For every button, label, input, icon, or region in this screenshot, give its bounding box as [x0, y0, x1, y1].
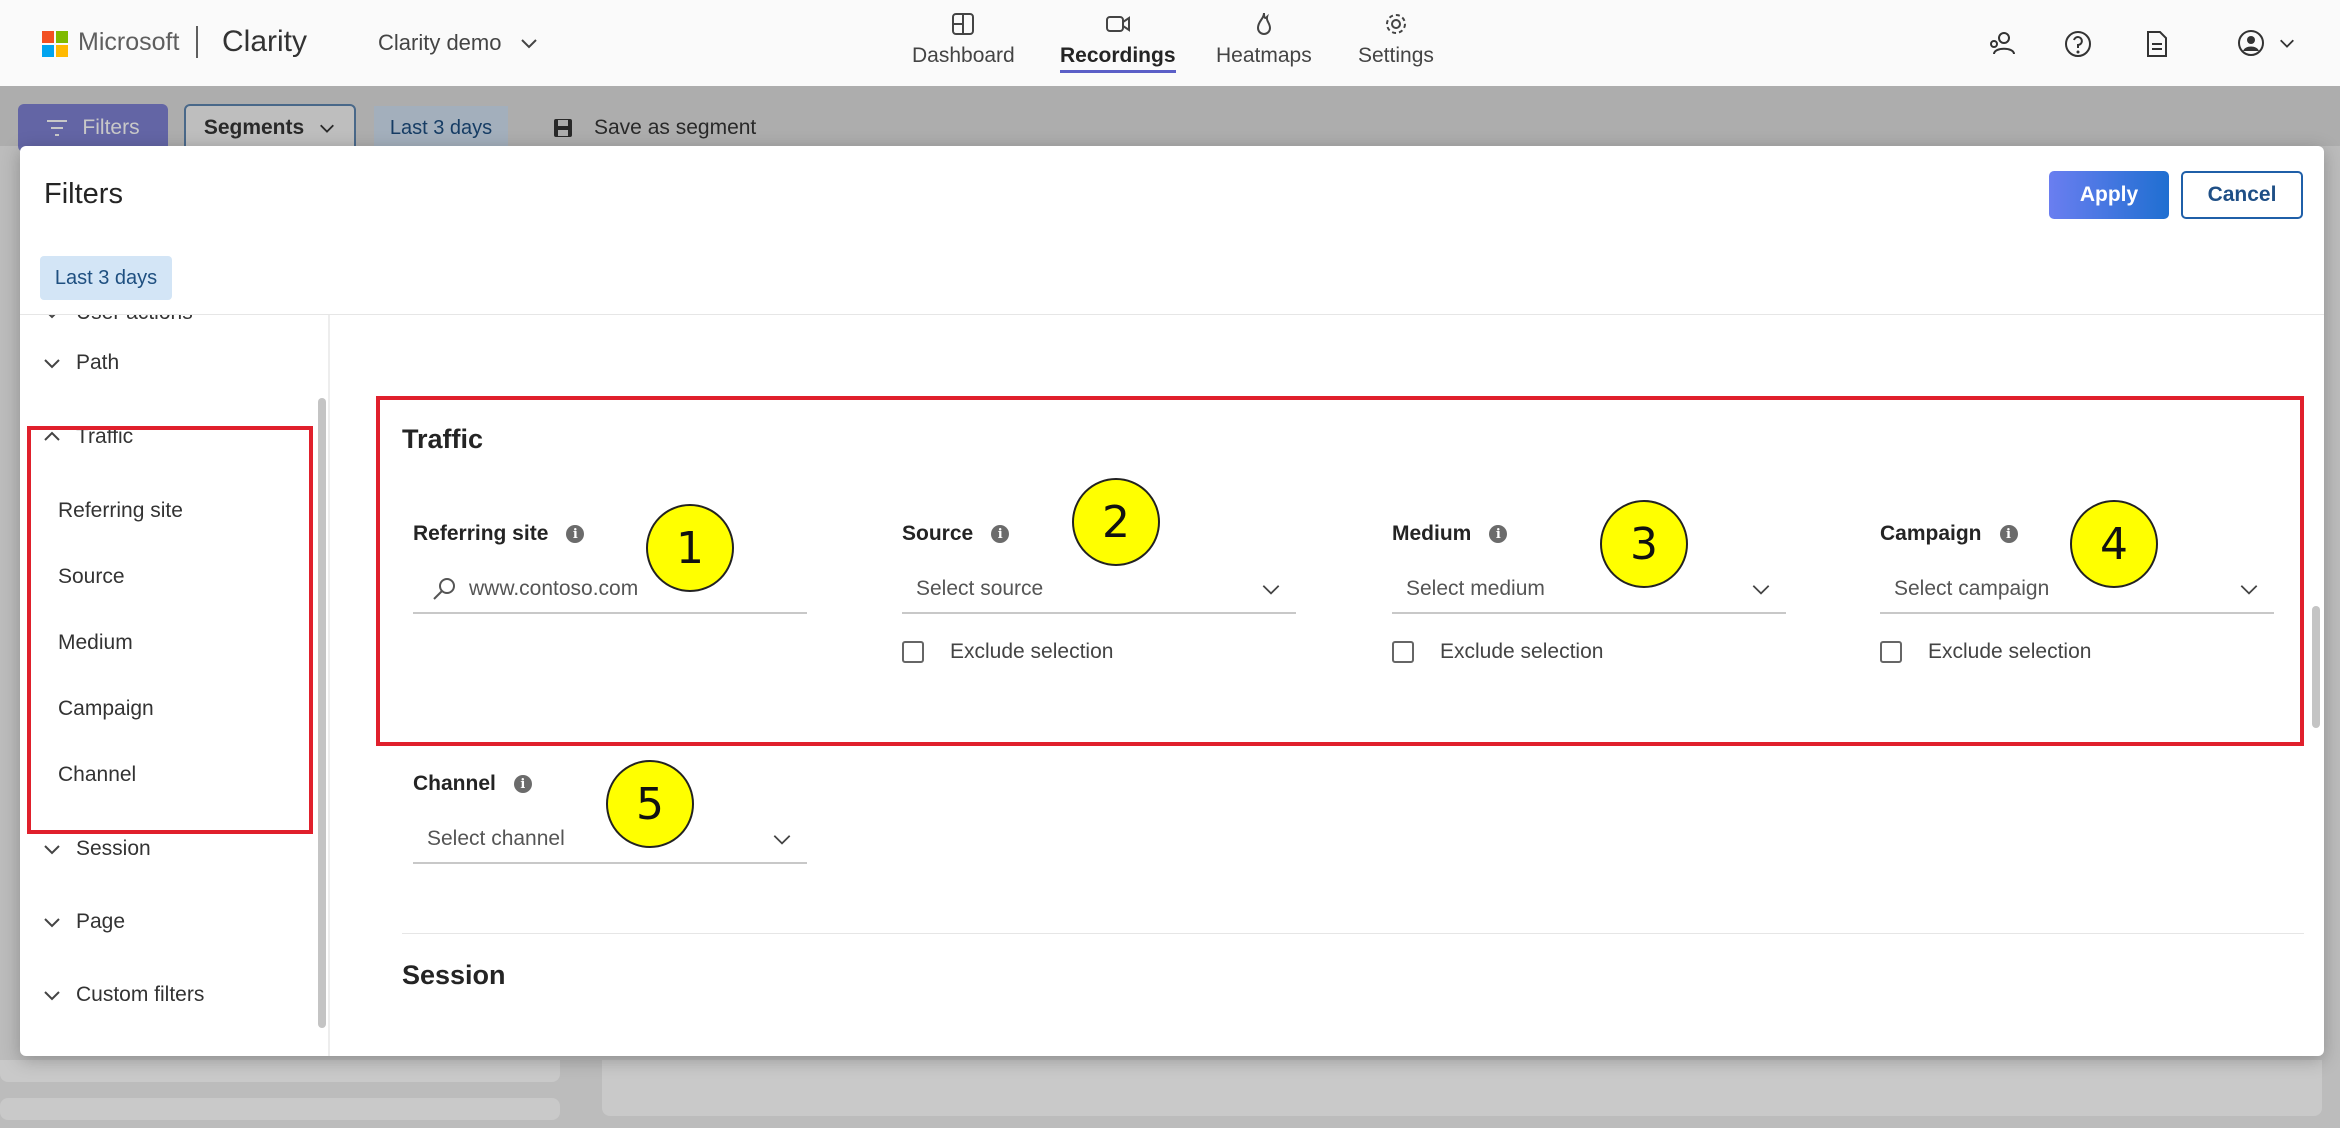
sidebar-scrollbar[interactable] — [318, 398, 326, 1028]
chevron-down-icon — [2280, 39, 2294, 48]
nav-label: Heatmaps — [1216, 44, 1312, 67]
background-card — [602, 1060, 2322, 1116]
referring-site-label: Referring site i — [413, 522, 585, 546]
chevron-down-icon — [1262, 585, 1280, 595]
campaign-label: Campaign i — [1880, 522, 2018, 546]
nav-heatmaps[interactable]: Heatmaps — [1216, 10, 1312, 82]
session-section-title: Session — [402, 960, 506, 990]
video-icon — [1105, 16, 1130, 32]
chevron-down-icon — [44, 991, 60, 1001]
source-dropdown[interactable]: Select source — [902, 566, 1296, 614]
sidebar-section-custom-filters[interactable]: Custom filters — [42, 983, 204, 1007]
chevron-down-icon — [521, 39, 538, 49]
flame-icon — [1256, 12, 1271, 35]
referring-site-field — [413, 566, 807, 614]
callout-marker-2: 2 — [1072, 478, 1160, 566]
referring-site-input[interactable] — [469, 577, 789, 601]
sidebar-section-user-actions[interactable]: User actions — [42, 315, 193, 325]
field-label-text: Referring site — [413, 522, 549, 545]
microsoft-logo — [42, 31, 68, 57]
cancel-button[interactable]: Cancel — [2181, 171, 2303, 219]
dropdown-placeholder: Select campaign — [1894, 577, 2050, 600]
exclude-checkbox[interactable] — [902, 641, 924, 663]
nav-settings[interactable]: Settings — [1358, 10, 1434, 82]
campaign-dropdown[interactable]: Select campaign — [1880, 566, 2274, 614]
chevron-down-icon — [48, 315, 56, 319]
callout-marker-1: 1 — [646, 504, 734, 592]
info-icon[interactable]: i — [1999, 525, 2018, 543]
content-scrollbar[interactable] — [2312, 606, 2320, 728]
sidebar-section-label: Page — [76, 910, 126, 933]
account-menu[interactable] — [2236, 28, 2296, 58]
nav-label: Recordings — [1060, 44, 1176, 73]
background-card — [0, 1098, 560, 1120]
source-label: Source i — [902, 522, 1010, 546]
app-name: Clarity — [222, 25, 308, 58]
sidebar-section-session[interactable]: Session — [42, 837, 151, 861]
exclude-checkbox[interactable] — [1880, 641, 1902, 663]
sidebar-section-label: Session — [76, 837, 151, 860]
info-icon[interactable]: i — [513, 775, 532, 793]
callout-marker-3: 3 — [1600, 500, 1688, 588]
field-label-text: Channel — [413, 772, 496, 795]
nav-label: Dashboard — [912, 44, 1015, 67]
source-exclude-option: Exclude selection — [902, 640, 1113, 664]
dropdown-placeholder: Select channel — [427, 827, 565, 850]
sidebar-section-label: Path — [76, 351, 120, 374]
campaign-exclude-option: Exclude selection — [1880, 640, 2091, 664]
callout-marker-5: 5 — [606, 760, 694, 848]
medium-label: Medium i — [1392, 522, 1508, 546]
exclude-checkbox[interactable] — [1392, 641, 1414, 663]
apply-button[interactable]: Apply — [2049, 171, 2169, 219]
info-icon[interactable]: i — [1489, 525, 1508, 543]
info-icon[interactable]: i — [566, 525, 585, 543]
grid-icon — [952, 13, 975, 35]
field-label-text: Source — [902, 522, 974, 545]
date-range-chip[interactable]: Last 3 days — [40, 256, 172, 300]
chevron-down-icon — [44, 359, 60, 369]
top-bar: Microsoft Clarity Clarity demo Dashboard… — [0, 0, 2340, 86]
chevron-down-icon — [2240, 585, 2258, 595]
medium-exclude-option: Exclude selection — [1392, 640, 1603, 664]
people-icon[interactable] — [1986, 28, 2018, 60]
chevron-down-icon — [44, 845, 60, 855]
info-icon[interactable]: i — [991, 525, 1010, 543]
filters-modal: Filters Apply Cancel Last 3 days User ac… — [20, 146, 2324, 1056]
chevron-down-icon — [44, 918, 60, 928]
callout-marker-4: 4 — [2070, 500, 2158, 588]
sidebar-section-page[interactable]: Page — [42, 910, 125, 934]
channel-label: Channel i — [413, 772, 532, 796]
section-divider — [402, 933, 2304, 934]
dropdown-placeholder: Select medium — [1406, 577, 1545, 600]
nav-label: Settings — [1358, 44, 1434, 67]
sidebar-section-path[interactable]: Path — [42, 351, 119, 375]
header-divider — [20, 314, 2324, 315]
background-card — [0, 1060, 560, 1082]
nav-dashboard[interactable]: Dashboard — [912, 10, 1015, 82]
field-label-text: Campaign — [1880, 522, 1982, 545]
medium-dropdown[interactable]: Select medium — [1392, 566, 1786, 614]
modal-title: Filters — [44, 178, 123, 210]
microsoft-wordmark: Microsoft — [78, 28, 180, 56]
sidebar-section-label: User actions — [76, 315, 193, 325]
exclude-label: Exclude selection — [950, 640, 1114, 663]
exclude-label: Exclude selection — [1440, 640, 1604, 663]
gear-icon — [1385, 14, 1406, 34]
sidebar-section-label: Custom filters — [76, 983, 205, 1006]
project-selector[interactable]: Clarity demo — [378, 30, 539, 56]
dropdown-placeholder: Select source — [916, 577, 1044, 600]
help-icon[interactable] — [2062, 28, 2094, 60]
project-name: Clarity demo — [378, 30, 502, 55]
field-label-text: Medium — [1392, 522, 1472, 545]
chevron-down-icon — [1752, 585, 1770, 595]
brand-separator — [196, 26, 198, 58]
exclude-label: Exclude selection — [1928, 640, 2092, 663]
nav-recordings[interactable]: Recordings — [1060, 10, 1176, 82]
user-avatar-icon — [2238, 30, 2264, 56]
traffic-section-title: Traffic — [402, 424, 484, 454]
document-icon[interactable] — [2140, 28, 2172, 60]
search-icon — [433, 578, 455, 600]
traffic-sidebar-highlight — [27, 426, 313, 834]
chevron-down-icon — [773, 835, 791, 845]
